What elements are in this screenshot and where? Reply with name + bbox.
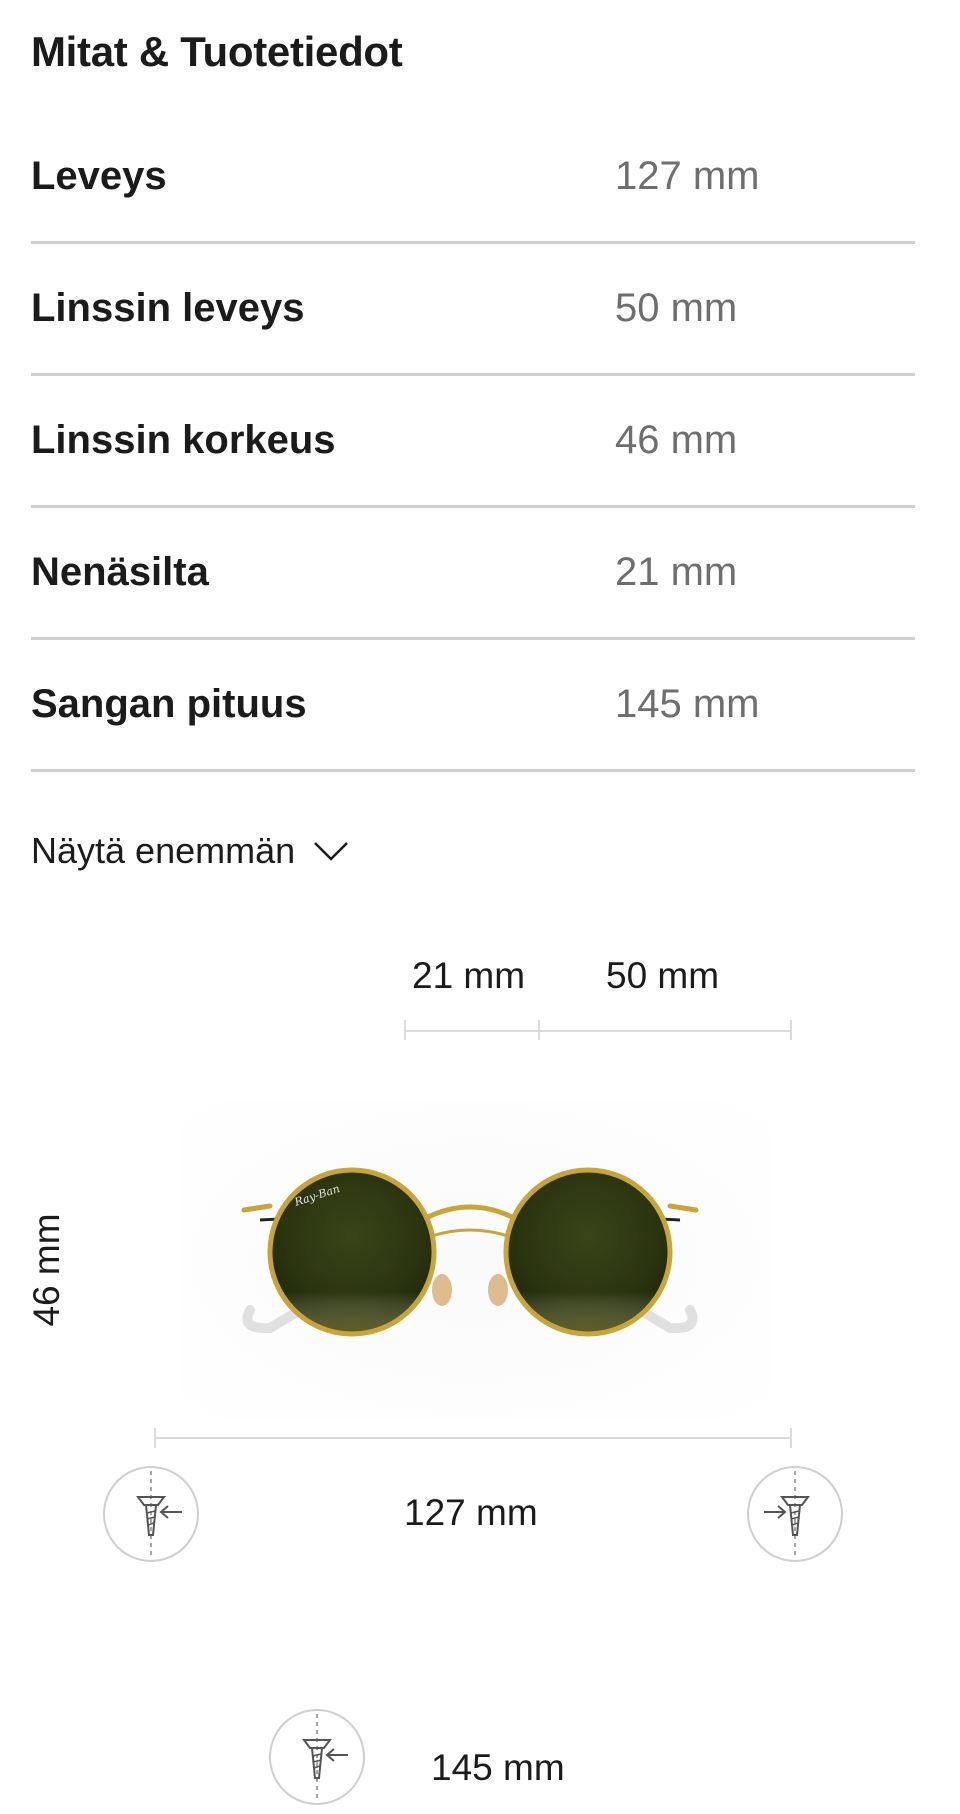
bottom-dimension-tick xyxy=(154,1428,156,1448)
spec-label: Leveys xyxy=(31,154,167,198)
show-more-label: Näytä enemmän xyxy=(31,830,296,871)
chevron-down-icon xyxy=(314,842,349,861)
bottom-dimension-line xyxy=(154,1437,792,1439)
spec-label: Nenäsilta xyxy=(31,550,209,594)
spec-value: 21 mm xyxy=(615,550,738,594)
temple-length-dimension-label: 145 mm xyxy=(431,1747,565,1788)
top-dimension-tick xyxy=(790,1020,792,1040)
spec-value: 145 mm xyxy=(615,682,760,726)
bottom-dimension-tick xyxy=(790,1428,792,1448)
spec-row-width: Leveys 127 mm xyxy=(31,112,915,244)
temple-screw-icon xyxy=(269,1709,365,1805)
glasses-image: Ray-Ban xyxy=(241,1167,699,1337)
top-dimension-tick xyxy=(404,1020,406,1040)
spec-row-temple-length: Sangan pituus 145 mm xyxy=(31,640,915,772)
screw-left-icon xyxy=(103,1466,199,1562)
show-more-button[interactable]: Näytä enemmän xyxy=(31,830,349,872)
spec-label: Linssin leveys xyxy=(31,286,305,330)
specs-table: Leveys 127 mm Linssin leveys 50 mm Linss… xyxy=(31,112,915,772)
screw-right-icon xyxy=(747,1466,843,1562)
spec-label: Linssin korkeus xyxy=(31,418,336,462)
bridge-dimension-label: 21 mm xyxy=(412,955,526,996)
top-dimension-tick xyxy=(538,1020,540,1040)
spec-value: 50 mm xyxy=(615,286,738,330)
lens-height-dimension-label: 46 mm xyxy=(26,1213,67,1327)
top-dimension-line xyxy=(404,1030,792,1032)
spec-label: Sangan pituus xyxy=(31,682,307,726)
spec-value: 127 mm xyxy=(615,154,760,198)
page-title: Mitat & Tuotetiedot xyxy=(31,28,403,75)
spec-row-lens-width: Linssin leveys 50 mm xyxy=(31,244,915,376)
lens-width-dimension-label: 50 mm xyxy=(606,955,720,996)
spec-row-bridge: Nenäsilta 21 mm xyxy=(31,508,915,640)
spec-row-lens-height: Linssin korkeus 46 mm xyxy=(31,376,915,508)
spec-value: 46 mm xyxy=(615,418,738,462)
total-width-dimension-label: 127 mm xyxy=(404,1492,538,1533)
